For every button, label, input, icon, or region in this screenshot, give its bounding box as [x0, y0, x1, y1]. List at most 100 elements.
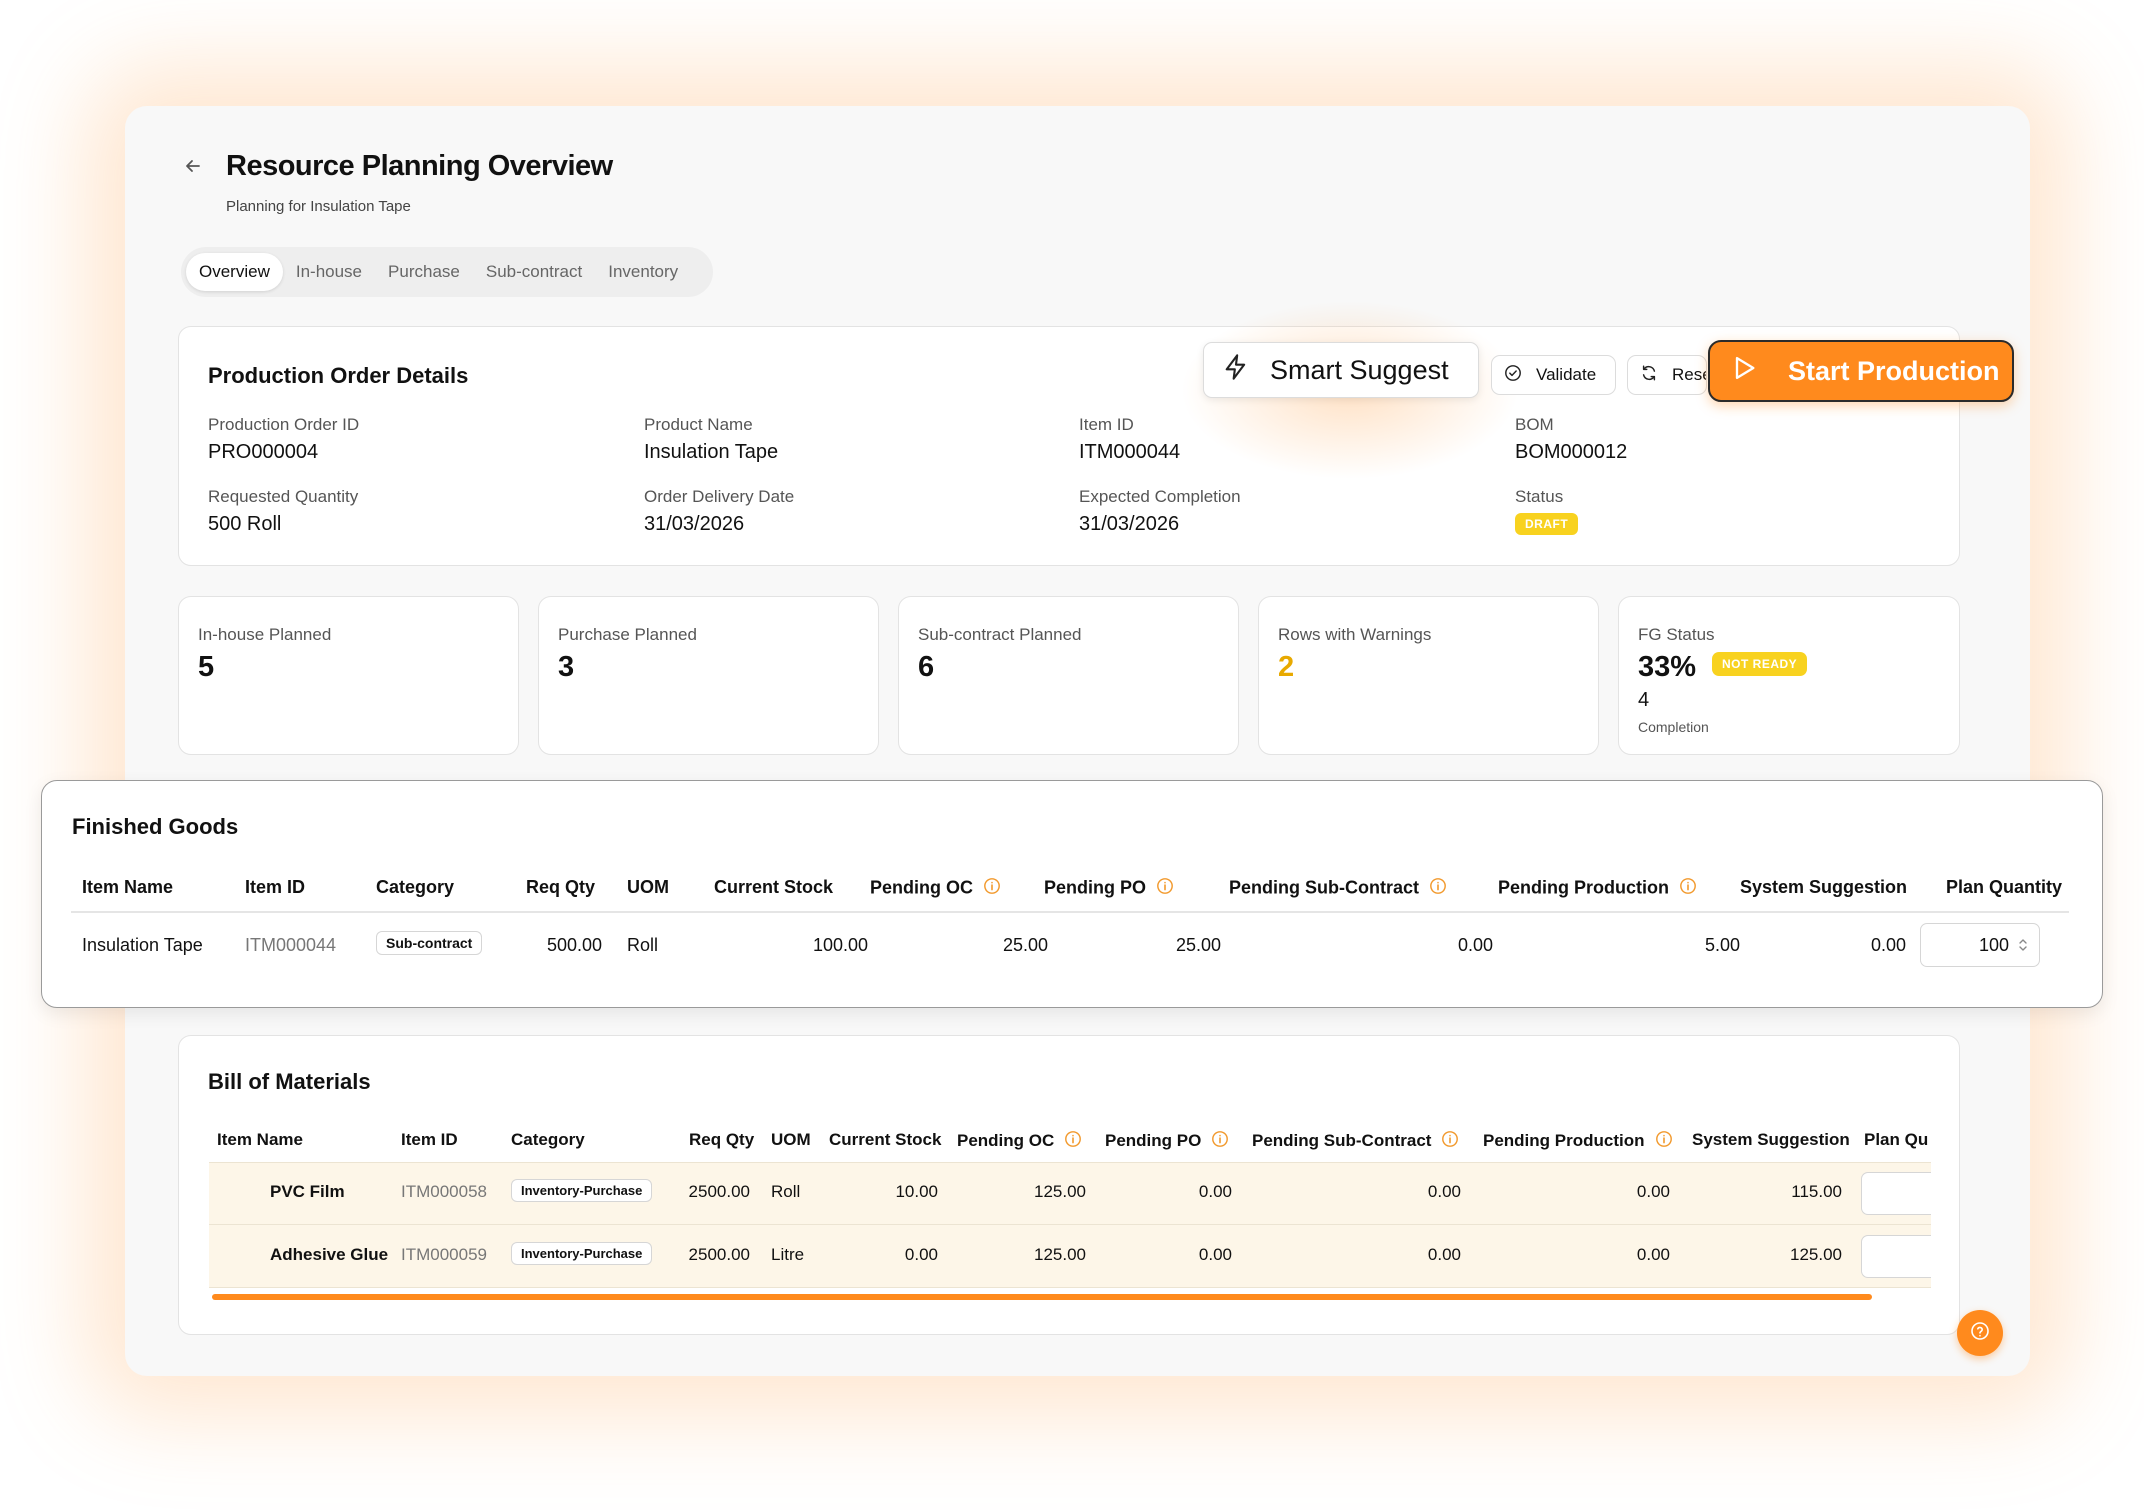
plan-quantity-input[interactable]: [1861, 1235, 1931, 1278]
item-name-cell: PVC Film: [270, 1182, 345, 1201]
stat-value: 6: [918, 651, 935, 683]
pending-sub-contract-cell: 0.00: [1427, 1182, 1461, 1201]
start-production-button[interactable]: Start Production: [1708, 340, 2014, 402]
tab-bar: Overview In-house Purchase Sub-contract …: [181, 247, 713, 297]
info-icon[interactable]: [1156, 877, 1174, 900]
column-header: Item ID: [245, 877, 306, 897]
refresh-icon: [1640, 364, 1658, 387]
item-name-cell: Insulation Tape: [82, 935, 203, 955]
field-label: Status: [1515, 487, 1564, 506]
column-header: Req Qty: [526, 877, 596, 897]
plan-quantity-input[interactable]: [1861, 1172, 1931, 1215]
category-chip: Sub-contract: [376, 931, 483, 955]
column-header-label: Pending Production: [1498, 877, 1669, 898]
back-arrow-icon[interactable]: [183, 152, 203, 183]
column-header: Plan Qu: [1864, 1130, 1929, 1149]
info-icon[interactable]: [1211, 1130, 1229, 1153]
column-header-with-info: Pending Sub-Contract: [1252, 1130, 1459, 1153]
item-id-cell[interactable]: ITM000058: [401, 1182, 487, 1202]
tab-overview[interactable]: Overview: [186, 253, 283, 291]
validate-button[interactable]: Validate: [1491, 355, 1616, 395]
pending-production-cell: 0.00: [1636, 1182, 1670, 1201]
bom-title: Bill of Materials: [208, 1069, 371, 1094]
pending-po-cell: 0.00: [1198, 1245, 1232, 1264]
column-header-with-info: Pending Production: [1483, 1130, 1673, 1153]
pending-po-cell: 25.00: [1175, 935, 1221, 955]
info-icon[interactable]: [1429, 877, 1447, 900]
item-id: ITM000044: [1079, 441, 1181, 463]
stat-label: Sub-contract Planned: [918, 625, 1082, 644]
column-header-label: Pending Production: [1483, 1130, 1645, 1150]
pending-sub-contract-cell: 0.00: [1427, 1245, 1461, 1264]
column-header: Plan Quantity: [1946, 877, 2063, 897]
column-header-label: Pending OC: [957, 1130, 1055, 1150]
pending-oc-cell: 25.00: [1002, 935, 1048, 955]
column-header-label: Pending Sub-Contract: [1252, 1130, 1432, 1150]
column-header: System Suggestion: [1692, 1130, 1850, 1149]
tab-purchase[interactable]: Purchase: [375, 253, 473, 291]
item-id-cell[interactable]: ITM000044: [245, 935, 336, 956]
bom-id: BOM000012: [1515, 441, 1628, 463]
production-order-title: Production Order Details: [208, 363, 469, 388]
info-icon[interactable]: [1679, 877, 1697, 900]
stat-label: Rows with Warnings: [1278, 625, 1432, 644]
category-chip: Inventory-Purchase: [511, 1242, 653, 1265]
lightning-icon: [1222, 353, 1250, 388]
stat-label: FG Status: [1638, 625, 1715, 644]
page-subtitle: Planning for Insulation Tape: [226, 198, 411, 215]
current-stock-cell: 10.00: [895, 1182, 938, 1201]
not-ready-badge: NOT READY: [1712, 652, 1808, 676]
field-label: Production Order ID: [208, 415, 360, 434]
info-icon[interactable]: [1441, 1130, 1459, 1153]
tab-inventory[interactable]: Inventory: [595, 253, 691, 291]
column-header-label: Pending Sub-Contract: [1229, 877, 1419, 898]
order-delivery-date: 31/03/2026: [644, 513, 745, 535]
help-button[interactable]: [1957, 1310, 2003, 1356]
stat-label: In-house Planned: [198, 625, 332, 644]
info-icon[interactable]: [1655, 1130, 1673, 1153]
column-header-with-info: Pending Sub-Contract: [1229, 877, 1447, 900]
stat-card-in-house: In-house Planned 5: [178, 596, 519, 755]
stepper-icon[interactable]: [2017, 936, 2029, 959]
status-badge: DRAFT: [1515, 513, 1579, 535]
category-chip: Inventory-Purchase: [511, 1179, 653, 1202]
column-header: Current Stock: [714, 877, 834, 897]
field-label: BOM: [1515, 415, 1554, 434]
column-header: UOM: [627, 877, 669, 897]
info-icon[interactable]: [983, 877, 1001, 900]
pending-production-cell: 0.00: [1636, 1245, 1670, 1264]
column-header: Item Name: [82, 877, 174, 897]
tab-in-house[interactable]: In-house: [283, 253, 375, 291]
finished-goods-title: Finished Goods: [72, 814, 239, 839]
field-label: Requested Quantity: [208, 487, 359, 506]
horizontal-scrollbar[interactable]: [212, 1294, 1872, 1300]
uom-cell: Roll: [627, 935, 659, 955]
play-icon: [1730, 354, 1758, 389]
check-circle-icon: [1504, 364, 1522, 387]
item-id-cell[interactable]: ITM000059: [401, 1245, 487, 1265]
system-suggestion-cell: 125.00: [1790, 1245, 1842, 1264]
stat-card-warnings: Rows with Warnings 2: [1258, 596, 1599, 755]
stat-value: 3: [558, 651, 575, 683]
stat-value: 5: [198, 651, 215, 683]
page-title: Resource Planning Overview: [226, 150, 613, 182]
tab-sub-contract[interactable]: Sub-contract: [473, 253, 595, 291]
info-icon[interactable]: [1064, 1130, 1082, 1153]
pending-sub-contract-cell: 0.00: [1457, 935, 1493, 955]
reset-button[interactable]: Reset: [1627, 355, 1707, 395]
item-name-cell: Adhesive Glue: [270, 1245, 389, 1264]
product-name: Insulation Tape: [644, 441, 779, 463]
smart-suggest-button[interactable]: Smart Suggest: [1203, 342, 1479, 398]
start-production-label: Start Production: [1788, 355, 2000, 386]
pending-production-cell: 5.00: [1704, 935, 1740, 955]
req-qty-cell: 2500.00: [688, 1245, 750, 1264]
column-header: Category: [376, 877, 455, 897]
uom-cell: Litre: [771, 1245, 805, 1264]
plan-quantity-input[interactable]: 100: [1920, 923, 2040, 967]
column-header-with-info: Pending OC: [870, 877, 1001, 900]
field-label: Expected Completion: [1079, 487, 1241, 506]
column-header: Req Qty: [689, 1130, 755, 1149]
current-stock-cell: 100.00: [812, 935, 868, 955]
fg-status-percent: 33%: [1638, 651, 1697, 683]
smart-suggest-label: Smart Suggest: [1270, 354, 1449, 385]
